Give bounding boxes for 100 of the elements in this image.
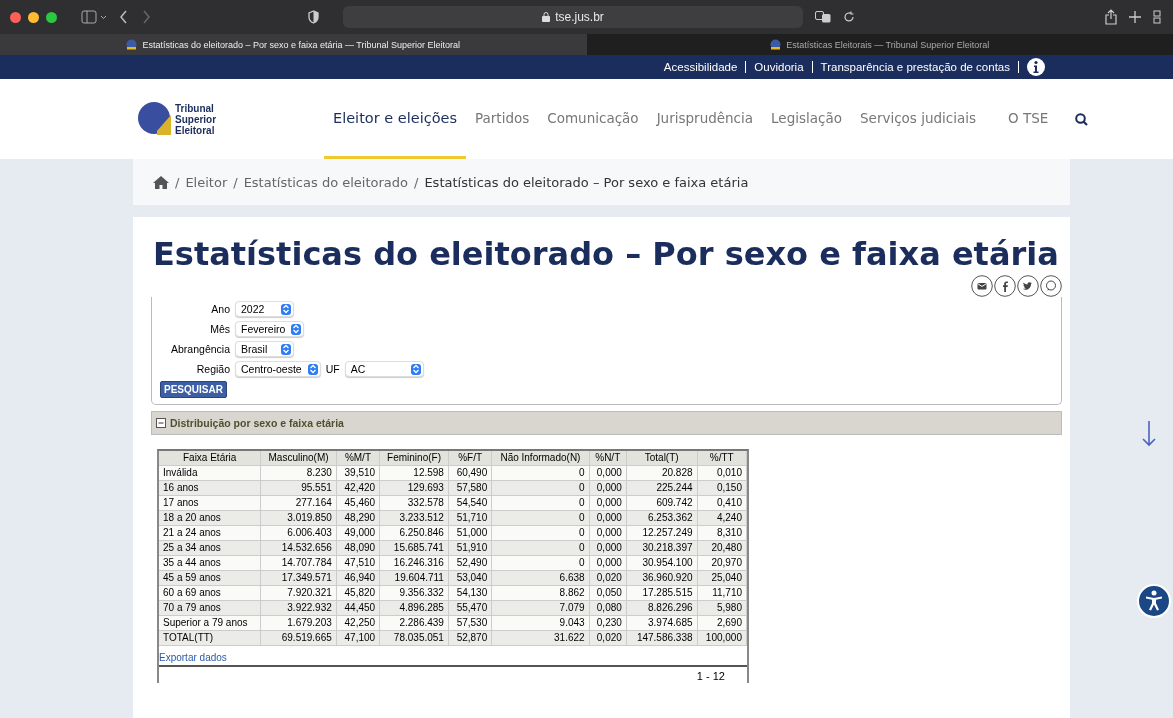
table-cell: 9.043 — [492, 616, 590, 631]
search-icon[interactable] — [1075, 112, 1089, 126]
field-label: Ano — [210, 303, 230, 315]
minimize-window-dot[interactable] — [28, 11, 39, 23]
nav-link[interactable]: Partidos — [466, 79, 539, 159]
table-cell: 53,040 — [448, 571, 493, 586]
table-cell: 332.578 — [380, 496, 449, 511]
table-cell: 42,250 — [336, 616, 381, 631]
table-cell: 51,910 — [448, 541, 493, 556]
table-cell: 609.742 — [626, 496, 698, 511]
table-cell: 25,040 — [697, 571, 747, 586]
lock-icon — [542, 12, 551, 22]
table-cell: 129.693 — [380, 481, 449, 496]
table-cell: 0,000 — [589, 496, 627, 511]
collapse-icon[interactable] — [156, 418, 166, 428]
top-link[interactable]: Acessibilidade — [663, 61, 738, 73]
breadcrumb-link[interactable]: Estatísticas do eleitorado — [243, 174, 408, 190]
home-icon[interactable] — [153, 175, 169, 189]
twitter-icon[interactable] — [1017, 275, 1039, 297]
table-cell: 60,490 — [448, 466, 493, 481]
table-cell: 46,940 — [336, 571, 381, 586]
table-cell: 5,980 — [697, 601, 747, 616]
select-dropdown[interactable]: Brasil — [235, 341, 294, 357]
facebook-icon[interactable] — [994, 275, 1016, 297]
select-dropdown[interactable]: 2022 — [235, 301, 294, 317]
section-title: Distribuição por sexo e faixa etária — [170, 417, 344, 429]
pagination-text: 1 - 12 — [696, 670, 725, 682]
globe-logo-icon[interactable] — [137, 101, 173, 137]
table-cell: 0,000 — [589, 556, 627, 571]
table-cell: 3.019.850 — [261, 511, 337, 526]
select-dropdown[interactable]: Centro-oeste — [235, 361, 321, 377]
nav-link[interactable]: Serviços judiciais — [851, 79, 986, 159]
table-cell: 0,000 — [589, 466, 627, 481]
table-cell: 0,080 — [589, 601, 627, 616]
column-header: Total(T) — [626, 451, 698, 466]
table-cell: 19.604.711 — [380, 571, 449, 586]
breadcrumb-link[interactable]: Estatísticas do eleitorado – Por sexo e faixa etária — [424, 174, 749, 190]
back-icon[interactable] — [119, 10, 129, 24]
sidebar-icon[interactable] — [81, 10, 107, 24]
table-cell: 54,540 — [448, 496, 493, 511]
nav-link[interactable]: Comunicação — [538, 79, 648, 159]
table-cell: 20.828 — [626, 466, 698, 481]
table-cell: 20,970 — [697, 556, 747, 571]
table-cell: 25 a 34 anos — [159, 541, 262, 556]
field-label: Abrangência — [170, 343, 230, 355]
logo-text[interactable]: Tribunal Superior Eleitoral — [175, 102, 217, 136]
table-cell: 16 anos — [159, 481, 262, 496]
export-link[interactable]: Exportar dados — [159, 652, 227, 663]
search-button[interactable]: PESQUISAR — [160, 381, 227, 398]
accessibility-icon[interactable] — [1137, 584, 1171, 618]
nav-link[interactable]: Jurisprudência — [647, 79, 763, 159]
table-cell: 57,580 — [448, 481, 493, 496]
table-cell: 48,090 — [336, 541, 381, 556]
close-window-dot[interactable] — [10, 11, 21, 23]
info-icon[interactable] — [1027, 58, 1045, 76]
table-cell: 60 a 69 anos — [159, 586, 262, 601]
table-cell: 31.622 — [492, 631, 590, 646]
top-link[interactable]: Ouvidoria — [754, 61, 804, 73]
reload-icon[interactable] — [843, 11, 855, 23]
globe-icon — [770, 39, 782, 50]
table-cell: 0 — [492, 481, 590, 496]
browser-tab[interactable]: Estatísticas do eleitorado – Por sexo e faixa etária — Tribunal Superior Eleitoral — [0, 34, 587, 55]
table-cell: 52,490 — [448, 556, 493, 571]
stepper-icon — [281, 343, 291, 355]
table-cell: 8.230 — [261, 466, 337, 481]
shield-icon[interactable] — [308, 10, 319, 24]
table-cell: 95.551 — [261, 481, 337, 496]
table-cell: 2,690 — [697, 616, 747, 631]
column-header: %M/T — [336, 451, 381, 466]
top-link[interactable]: Transparência e prestação de contas — [820, 61, 1010, 73]
column-header: Feminino(F) — [380, 451, 449, 466]
stepper-icon — [281, 303, 291, 315]
table-cell: 17 anos — [159, 496, 262, 511]
tab-overview-icon[interactable] — [1153, 10, 1163, 24]
share-icon[interactable] — [1105, 9, 1117, 25]
new-tab-icon[interactable] — [1129, 11, 1141, 23]
table-cell: 30.218.397 — [626, 541, 698, 556]
breadcrumb-link[interactable]: Eleitor — [185, 174, 228, 190]
nav-link[interactable]: O TSE — [999, 79, 1058, 159]
table-cell: 69.519.665 — [261, 631, 337, 646]
scroll-down-arrow-icon[interactable] — [1142, 421, 1156, 447]
table-cell: 2.286.439 — [380, 616, 449, 631]
column-header: Masculino(M) — [261, 451, 337, 466]
email-share-icon[interactable] — [971, 275, 993, 297]
zoom-window-dot[interactable] — [46, 11, 57, 23]
translate-icon[interactable] — [815, 11, 831, 23]
stepper-icon — [307, 363, 318, 375]
table-cell: 0,230 — [589, 616, 627, 631]
page-title: Estatísticas do eleitorado – Por sexo e faixa etária — [153, 235, 1060, 273]
field-label: Mês — [209, 323, 230, 335]
breadcrumb-separator: / — [175, 174, 180, 190]
table-cell: 30.954.100 — [626, 556, 698, 571]
table-cell: 51,000 — [448, 526, 493, 541]
field-label: UF — [325, 363, 340, 375]
select-dropdown[interactable]: AC — [344, 361, 424, 377]
nav-link[interactable]: Legislação — [762, 79, 851, 159]
column-header: %/TT — [697, 451, 747, 466]
address-bar[interactable]: tse.jus.br — [343, 6, 803, 28]
select-dropdown[interactable]: Fevereiro — [235, 321, 305, 337]
table-cell: 20,480 — [697, 541, 747, 556]
